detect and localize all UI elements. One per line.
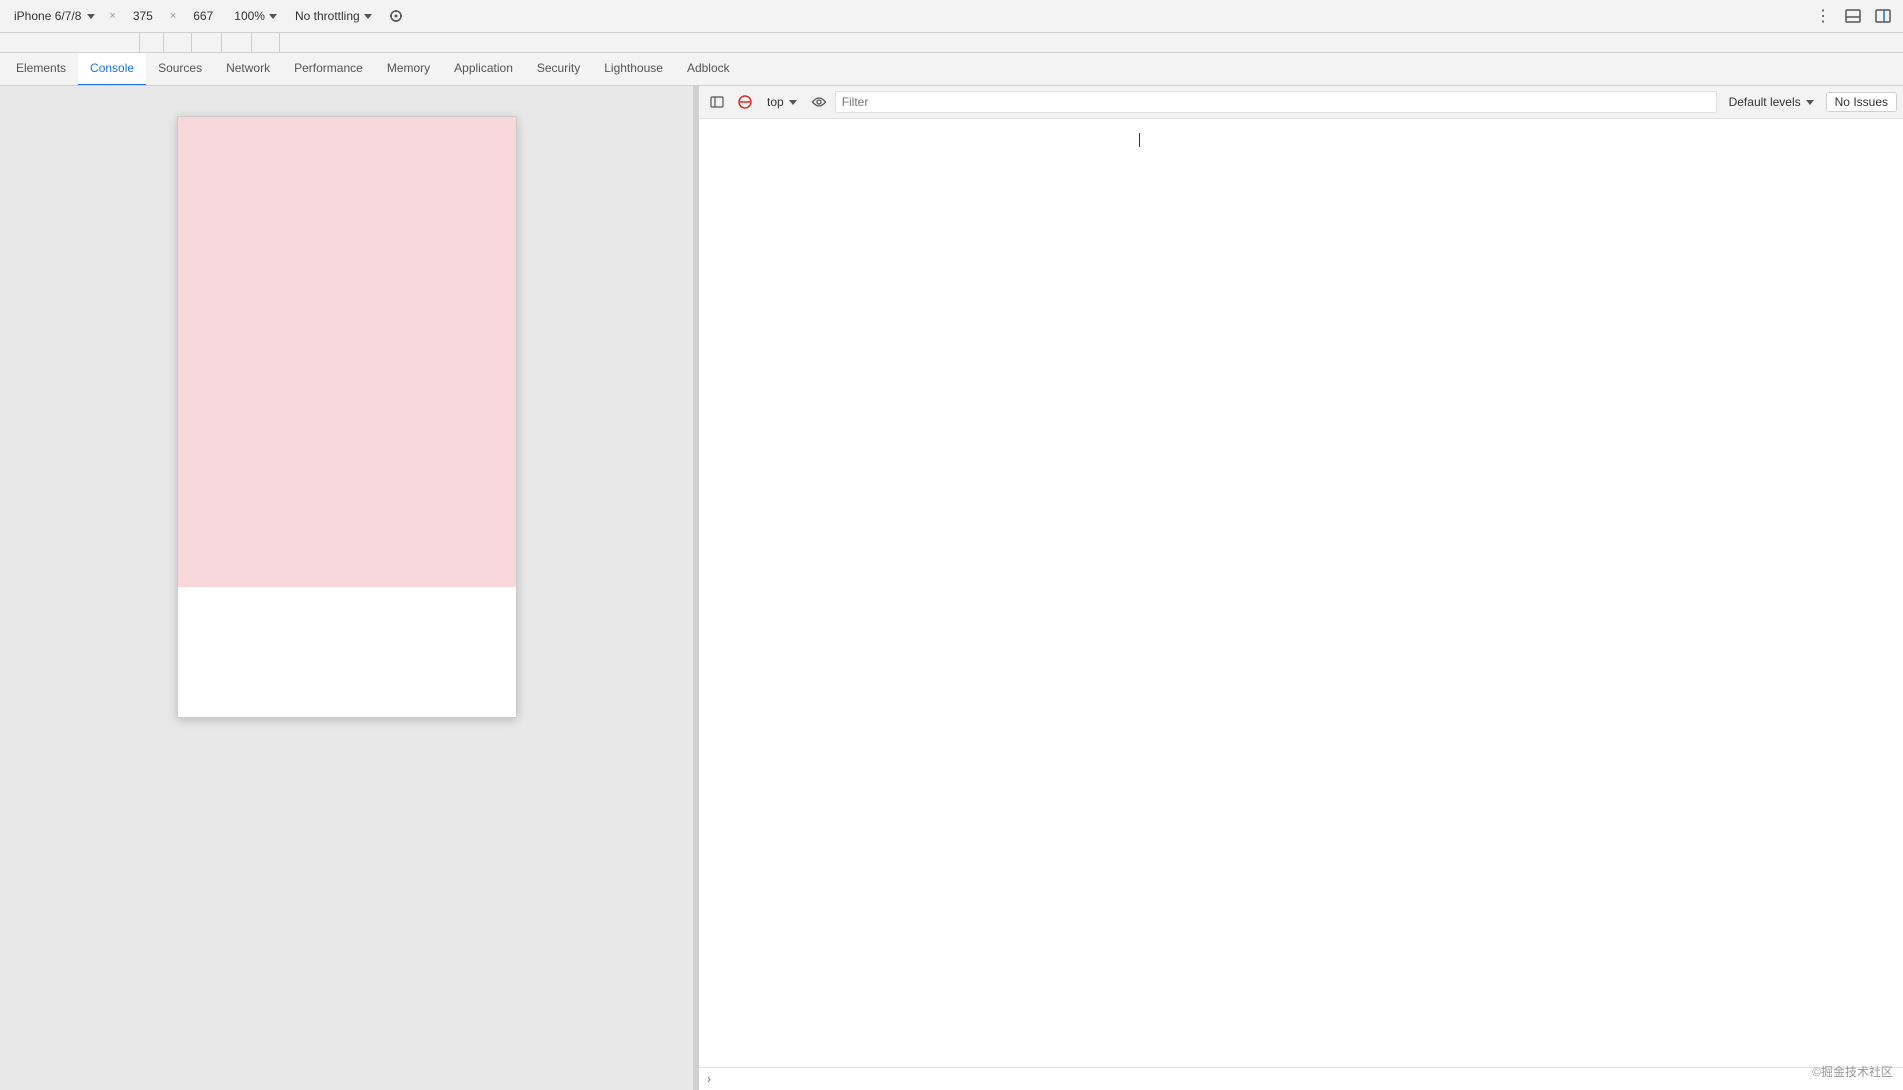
ruler-segment-4 — [192, 33, 222, 52]
tab-network[interactable]: Network — [214, 53, 282, 86]
console-sidebar-btn[interactable] — [705, 90, 729, 114]
device-selector[interactable]: iPhone 6/7/8 — [8, 7, 101, 25]
tab-elements[interactable]: Elements — [4, 53, 78, 86]
sidebar-icon — [710, 96, 724, 108]
device-screen-white — [178, 587, 516, 717]
device-screen-pink — [178, 117, 516, 587]
device-label: iPhone 6/7/8 — [14, 9, 81, 23]
no-entry-icon — [738, 95, 752, 109]
text-cursor — [1139, 133, 1140, 147]
devtools-tabs: Elements Console Sources Network Perform… — [0, 53, 1903, 86]
no-issues-label: No Issues — [1835, 95, 1888, 109]
devtools-side-btn[interactable] — [1871, 4, 1895, 28]
ruler-bar — [0, 33, 1903, 53]
tab-lighthouse[interactable]: Lighthouse — [592, 53, 675, 86]
tab-security[interactable]: Security — [525, 53, 592, 86]
default-levels-chevron-icon — [1806, 100, 1814, 105]
ruler-segment-3 — [164, 33, 192, 52]
location-icon-btn[interactable] — [384, 4, 408, 28]
prompt-area: › — [699, 1067, 1903, 1090]
main-content: top Default levels No Issues — [0, 86, 1903, 1090]
throttle-chevron-icon — [364, 14, 372, 19]
console-toolbar: top Default levels No Issues — [699, 86, 1903, 119]
zoom-label: 100% — [234, 9, 265, 23]
ruler-segment-1 — [0, 33, 140, 52]
ruler-segment-6 — [252, 33, 280, 52]
console-panel: top Default levels No Issues — [699, 86, 1903, 1090]
eye-icon — [811, 96, 827, 108]
height-input[interactable] — [184, 9, 222, 23]
ruler-segment-5 — [222, 33, 252, 52]
width-input[interactable] — [124, 9, 162, 23]
tab-performance[interactable]: Performance — [282, 53, 375, 86]
zoom-selector[interactable]: 100% — [228, 7, 283, 25]
no-issues-btn[interactable]: No Issues — [1826, 92, 1897, 112]
default-levels-label: Default levels — [1729, 95, 1801, 109]
viewport-panel — [0, 86, 693, 1090]
ruler-segment-2 — [140, 33, 164, 52]
prompt-chevron-icon: › — [707, 1072, 711, 1086]
devtools-dock-btn[interactable] — [1841, 4, 1865, 28]
top-context-selector[interactable]: top — [761, 93, 803, 111]
location-icon — [389, 9, 403, 23]
console-filter-input[interactable] — [835, 91, 1717, 113]
throttle-selector[interactable]: No throttling — [289, 7, 378, 25]
tab-memory[interactable]: Memory — [375, 53, 442, 86]
console-content[interactable] — [699, 119, 1903, 1067]
separator-2: × — [170, 10, 176, 22]
clear-console-btn[interactable] — [733, 90, 757, 114]
top-chevron-icon — [789, 100, 797, 105]
more-icon: ⋮ — [1815, 6, 1831, 26]
top-toolbar: iPhone 6/7/8 × × 100% No throttling ⋮ — [0, 0, 1903, 33]
default-levels-btn[interactable]: Default levels — [1721, 93, 1822, 111]
tab-sources[interactable]: Sources — [146, 53, 214, 86]
tab-application[interactable]: Application — [442, 53, 525, 86]
live-expressions-btn[interactable] — [807, 90, 831, 114]
zoom-chevron-icon — [269, 14, 277, 19]
separator-1: × — [109, 10, 115, 22]
tab-console[interactable]: Console — [78, 53, 146, 86]
device-chevron-icon — [87, 14, 95, 19]
device-frame — [177, 116, 517, 718]
more-options-btn[interactable]: ⋮ — [1811, 4, 1835, 28]
dock-bottom-icon — [1845, 9, 1861, 23]
top-label: top — [767, 95, 784, 109]
tab-adblock[interactable]: Adblock — [675, 53, 742, 86]
throttle-label: No throttling — [295, 9, 360, 23]
dock-side-icon — [1875, 9, 1891, 23]
